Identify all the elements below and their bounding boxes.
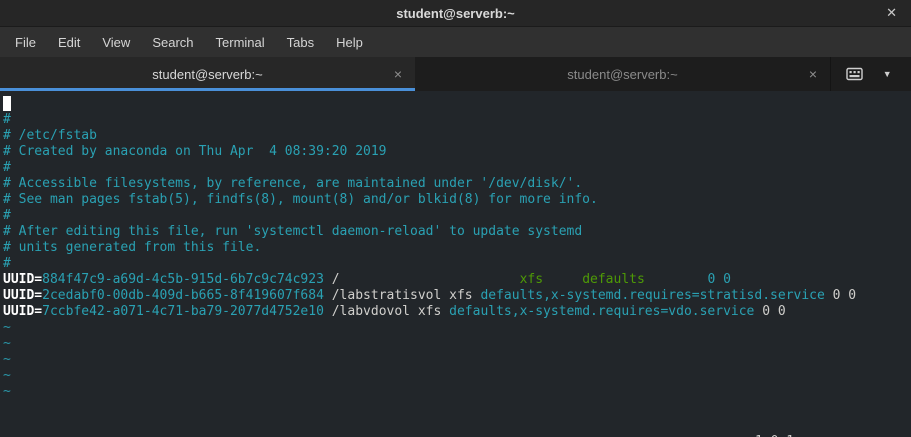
tab-close-icon[interactable]: × [381,66,415,82]
terminal-text: UUID= [3,272,42,287]
terminal-line: UUID=884f47c9-a69d-4c5b-915d-6b7c9c74c92… [3,272,911,288]
terminal-text: # [3,112,11,127]
terminal-line: UUID=7ccbfe42-a071-4c71-ba79-2077d4752e1… [3,304,911,320]
terminal-text: / [324,272,520,287]
terminal-text: UUID= [3,288,42,303]
terminal-line [3,400,911,416]
terminal-text: 0 0 [825,288,856,303]
terminal-line: # [3,160,911,176]
terminal-text: 0 0 [754,304,785,319]
terminal-text: xfs [418,304,449,319]
terminal-text: xfs [520,272,543,287]
tabbar: student@serverb:~×student@serverb:~× ▼ [0,57,911,91]
menu-item-help[interactable]: Help [325,30,374,55]
tabs-container: student@serverb:~×student@serverb:~× [0,57,830,91]
terminal-text: xfs [449,288,480,303]
tab-label: student@serverb:~ [449,67,796,82]
terminal-text: 884f47c9-a69d-4c5b-915d-6b7c9c74c923 [42,272,324,287]
terminal-line: # Created by anaconda on Thu Apr 4 08:39… [3,144,911,160]
window-title: student@serverb:~ [396,6,515,21]
terminal-line: # Accessible filesystems, by reference, … [3,176,911,192]
menu-item-search[interactable]: Search [141,30,204,55]
terminal-line [3,96,911,112]
menu-item-edit[interactable]: Edit [47,30,91,55]
terminal-text: 0 0 [645,272,731,287]
menu-item-file[interactable]: File [4,30,47,55]
terminal-text: ~ [3,384,11,399]
menu-item-terminal[interactable]: Terminal [205,30,276,55]
tab-switcher-icon[interactable] [846,67,863,81]
tab-label: student@serverb:~ [34,67,381,82]
terminal-text: ~ [3,352,11,367]
terminal-line: # units generated from this file. [3,240,911,256]
terminal-lines: ## /etc/fstab# Created by anaconda on Th… [3,96,911,416]
terminal-text: UUID= [3,304,42,319]
menubar: FileEditViewSearchTerminalTabsHelp [0,27,911,57]
terminal-text: # [3,208,11,223]
terminal-screen[interactable]: ## /etc/fstab# Created by anaconda on Th… [0,91,911,437]
terminal-line: # [3,208,911,224]
terminal-tab-1[interactable]: student@serverb:~× [0,57,415,91]
terminal-text: # [3,160,11,175]
terminal-line: # /etc/fstab [3,128,911,144]
terminal-text: # Accessible filesystems, by reference, … [3,176,582,191]
terminal-text: # /etc/fstab [3,128,97,143]
terminal-line: ~ [3,368,911,384]
vim-status-line: 1,0-1 All [3,418,911,434]
terminal-text: /labstratisvol [324,288,449,303]
terminal-text: defaults,x-systemd.requires=stratisd.ser… [480,288,824,303]
terminal-line: # See man pages fstab(5), findfs(8), mou… [3,192,911,208]
terminal-text: # After editing this file, run 'systemct… [3,224,582,239]
terminal-text: # Created by anaconda on Thu Apr 4 08:39… [3,144,387,159]
terminal-text: ~ [3,368,11,383]
terminal-line: ~ [3,320,911,336]
terminal-text: # [3,256,11,271]
terminal-text: ~ [3,336,11,351]
terminal-line: UUID=2cedabf0-00db-409d-b665-8f419607f68… [3,288,911,304]
terminal-line: # [3,112,911,128]
terminal-line: ~ [3,336,911,352]
window-close-icon[interactable]: ✕ [880,0,903,26]
terminal-text: 2cedabf0-00db-409d-b665-8f419607f684 [42,288,324,303]
terminal-text [543,272,582,287]
terminal-text: # See man pages fstab(5), findfs(8), mou… [3,192,598,207]
menu-item-view[interactable]: View [91,30,141,55]
terminal-tab-2[interactable]: student@serverb:~× [415,57,830,91]
chevron-down-icon[interactable]: ▼ [879,65,896,83]
window-titlebar[interactable]: student@serverb:~ ✕ [0,0,911,27]
terminal-text: defaults [582,272,645,287]
tab-close-icon[interactable]: × [796,66,830,82]
terminal-line: ~ [3,384,911,400]
terminal-text: defaults,x-systemd.requires=vdo.service [449,304,754,319]
terminal-line: # [3,256,911,272]
tabbar-extras: ▼ [830,57,911,91]
vim-cursor [3,96,11,111]
terminal-text: /labvdovol [324,304,418,319]
terminal-line: # After editing this file, run 'systemct… [3,224,911,240]
terminal-line: ~ [3,352,911,368]
menu-item-tabs[interactable]: Tabs [276,30,325,55]
terminal-text: 7ccbfe42-a071-4c71-ba79-2077d4752e10 [42,304,324,319]
terminal-text: # units generated from this file. [3,240,261,255]
terminal-text: ~ [3,320,11,335]
